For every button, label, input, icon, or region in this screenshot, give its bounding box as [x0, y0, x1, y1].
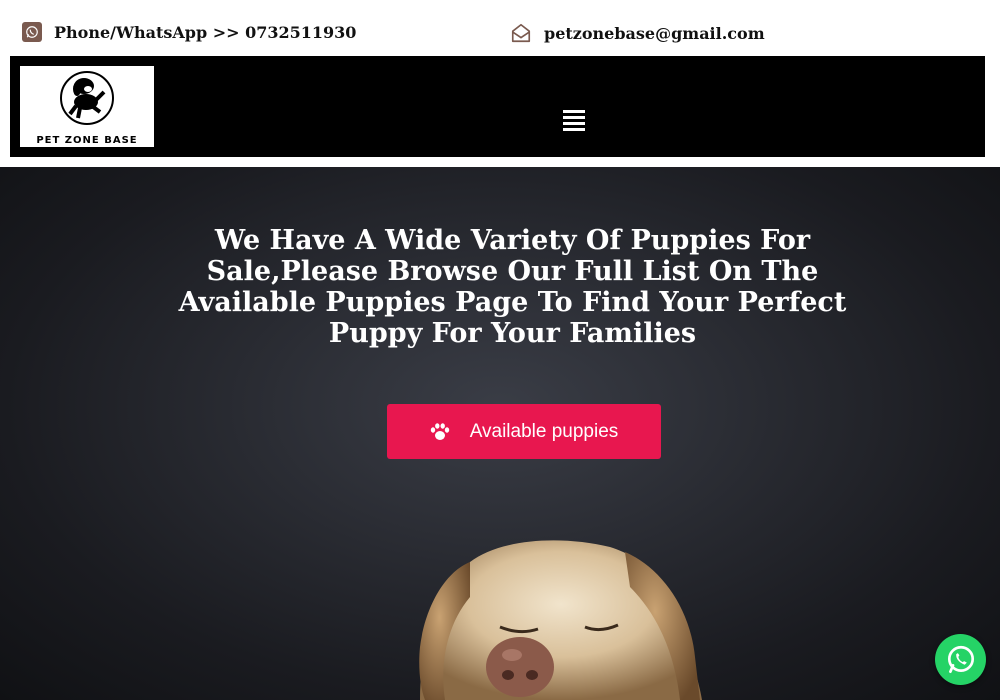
available-puppies-button[interactable]: Available puppies: [387, 404, 661, 459]
main-navbar: PET ZONE BASE: [10, 56, 985, 157]
cta-label: Available puppies: [469, 420, 619, 442]
paw-icon: [430, 422, 450, 441]
site-logo[interactable]: PET ZONE BASE: [20, 66, 154, 147]
logo-text: PET ZONE BASE: [36, 135, 138, 146]
envelope-icon: [510, 22, 532, 44]
phone-contact[interactable]: Phone/WhatsApp >> 0732511930: [22, 22, 356, 42]
email-text: petzonebase@gmail.com: [544, 23, 765, 43]
dog-logo-icon: [60, 71, 114, 125]
whatsapp-icon: [22, 22, 42, 42]
whatsapp-float-button[interactable]: [935, 634, 986, 685]
phone-text: Phone/WhatsApp >> 0732511930: [54, 22, 357, 42]
hero-title: We Have A Wide Variety Of Puppies For Sa…: [178, 225, 847, 349]
top-contact-bar: Phone/WhatsApp >> 0732511930 petzonebase…: [0, 0, 1000, 56]
whatsapp-float-icon: [947, 645, 974, 673]
hamburger-menu-icon[interactable]: [563, 110, 585, 132]
hero-section: We Have A Wide Variety Of Puppies For Sa…: [0, 167, 1000, 700]
email-contact[interactable]: petzonebase@gmail.com: [510, 22, 765, 44]
